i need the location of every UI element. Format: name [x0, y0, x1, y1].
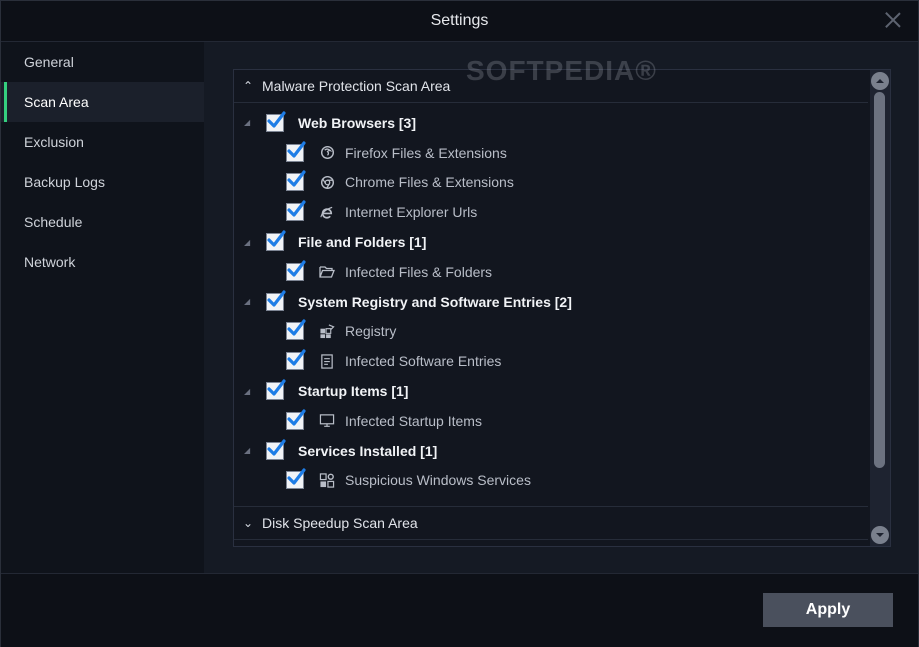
group-label: Services Installed [1] [298, 442, 438, 459]
item-label: Internet Explorer Urls [345, 204, 478, 221]
item-label: Firefox Files & Extensions [345, 144, 507, 161]
item-label: Infected Startup Items [345, 412, 482, 429]
ie-icon [318, 203, 336, 221]
item-checkbox[interactable] [286, 468, 306, 490]
item-label: Infected Files & Folders [345, 263, 493, 280]
folder-icon [318, 263, 336, 281]
expand-triangle-icon[interactable]: ◢ [244, 297, 264, 306]
chevron-up-icon: ⌃ [242, 79, 254, 93]
group-label: File and Folders [1] [298, 234, 427, 251]
item-checkbox[interactable] [286, 200, 306, 222]
tree-item-row[interactable]: Infected Files & Folders [234, 257, 868, 287]
group-checkbox[interactable] [266, 379, 286, 401]
tree-item-row[interactable]: Chrome Files & Extensions [234, 168, 868, 198]
group-label: Startup Items [1] [298, 383, 409, 400]
sidebar: General Scan Area Exclusion Backup Logs … [1, 42, 204, 573]
firefox-icon [318, 144, 336, 162]
item-label: Registry [345, 323, 397, 340]
tree-item-row[interactable]: Infected Software Entries [234, 346, 868, 376]
item-label: Infected Software Entries [345, 353, 502, 370]
item-label: Chrome Files & Extensions [345, 174, 514, 191]
scan-tree: ◢ Web Browsers [3] Firefox Files & Extensi… [234, 108, 868, 495]
scroll-up-button[interactable] [871, 72, 889, 90]
sidebar-item-backup-logs[interactable]: Backup Logs [1, 162, 204, 202]
scan-area-panel: ⌃ Malware Protection Scan Area ◢ Web Brow… [233, 69, 891, 547]
group-checkbox[interactable] [266, 290, 286, 311]
tree-group-row[interactable]: ◢ System Registry and Software Entries [2… [234, 287, 868, 317]
disk-section-title: Disk Speedup Scan Area [262, 515, 418, 531]
document-icon [318, 352, 336, 370]
expand-triangle-icon[interactable]: ◢ [244, 238, 264, 247]
malware-section-title: Malware Protection Scan Area [262, 78, 451, 94]
group-checkbox[interactable] [266, 230, 286, 252]
window-title: Settings [430, 12, 489, 29]
chevron-down-icon: ⌄ [242, 516, 254, 530]
expand-triangle-icon[interactable]: ◢ [244, 118, 264, 127]
tree-group-row[interactable]: ◢ Services Installed [1] [234, 436, 868, 466]
main-content: ⌃ Malware Protection Scan Area ◢ Web Brow… [204, 42, 918, 573]
sidebar-item-scan-area[interactable]: Scan Area [1, 82, 204, 122]
expand-triangle-icon[interactable]: ◢ [244, 387, 264, 396]
services-icon [318, 471, 336, 489]
item-checkbox[interactable] [286, 319, 306, 341]
title-bar: Settings [1, 1, 918, 42]
sidebar-item-schedule[interactable]: Schedule [1, 202, 204, 242]
group-checkbox[interactable] [266, 439, 286, 460]
group-label: System Registry and Software Entries [2] [298, 293, 572, 310]
sidebar-item-network[interactable]: Network [1, 242, 204, 282]
group-label: Web Browsers [3] [298, 114, 416, 131]
tree-item-row[interactable]: Infected Startup Items [234, 406, 868, 436]
close-icon[interactable] [884, 11, 902, 29]
sidebar-item-general[interactable]: General [1, 42, 204, 82]
tree-group-row[interactable]: ◢ Startup Items [1] [234, 376, 868, 406]
item-checkbox[interactable] [286, 260, 306, 281]
sidebar-item-exclusion[interactable]: Exclusion [1, 122, 204, 162]
item-checkbox[interactable] [286, 409, 306, 430]
settings-window: Settings General Scan Area Exclusion Bac… [0, 0, 919, 647]
monitor-icon [318, 412, 336, 430]
tree-item-row[interactable]: Internet Explorer Urls [234, 197, 868, 227]
registry-icon [318, 322, 336, 340]
malware-section-header[interactable]: ⌃ Malware Protection Scan Area [234, 70, 868, 103]
tree-item-row[interactable]: Suspicious Windows Services [234, 466, 868, 496]
tree-group-row[interactable]: ◢ Web Browsers [3] [234, 108, 868, 138]
footer: Apply [1, 573, 918, 647]
scrollbar[interactable] [870, 70, 890, 546]
group-checkbox[interactable] [266, 111, 286, 132]
item-checkbox[interactable] [286, 349, 306, 371]
chrome-icon [318, 173, 336, 191]
expand-triangle-icon[interactable]: ◢ [244, 446, 264, 455]
apply-button[interactable]: Apply [763, 593, 893, 627]
disk-section-header[interactable]: ⌄ Disk Speedup Scan Area [234, 506, 868, 540]
scroll-down-button[interactable] [871, 526, 889, 544]
item-checkbox[interactable] [286, 170, 306, 192]
tree-item-row[interactable]: Registry [234, 317, 868, 347]
tree-item-row[interactable]: Firefox Files & Extensions [234, 138, 868, 168]
item-label: Suspicious Windows Services [345, 472, 531, 489]
scrollbar-thumb[interactable] [874, 92, 885, 468]
item-checkbox[interactable] [286, 141, 306, 162]
tree-group-row[interactable]: ◢ File and Folders [1] [234, 227, 868, 257]
